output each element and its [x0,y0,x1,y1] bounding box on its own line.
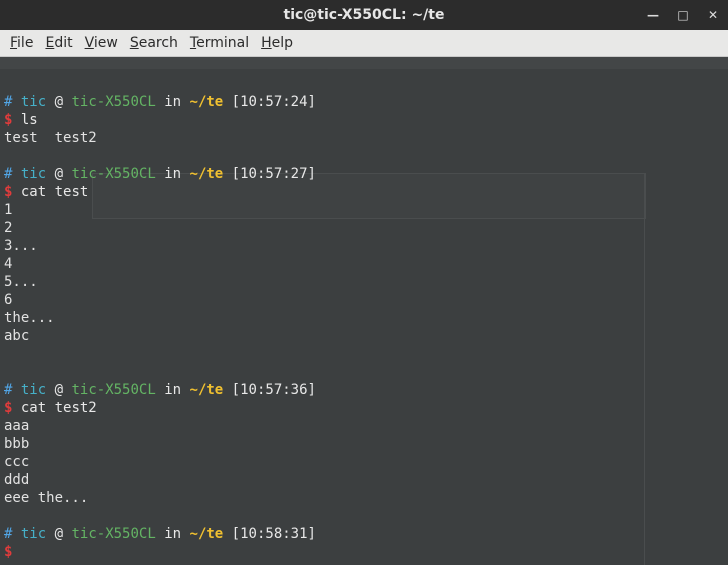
output-line: 2 [4,220,13,236]
command-text: cat test2 [20,400,97,416]
prompt-hash: # [4,526,13,542]
prompt-path: ~/te [189,526,224,542]
output-line: abc [4,328,30,344]
output-line: ccc [4,454,30,470]
prompt-dollar: $ [4,112,13,128]
window-title: tic@tic-X550CL: ~/te [283,7,445,23]
output-line: the... [4,310,55,326]
prompt-in: in [164,94,182,110]
menu-file[interactable]: File [4,30,39,56]
prompt-line: # tic @ tic-X550CL in ~/te [10:57:36] [4,381,724,399]
prompt-path: ~/te [189,166,224,182]
command-line: $ cat test [4,183,724,201]
prompt-dollar: $ [4,544,13,560]
command-text: cat test [20,184,89,200]
prompt-user: tic [20,94,47,110]
prompt-at: @ [54,382,64,398]
output-line: 1 [4,202,13,218]
close-icon[interactable]: ✕ [706,8,720,22]
menu-help[interactable]: Help [255,30,299,56]
command-line: $ cat test2 [4,399,724,417]
terminal-output[interactable]: # tic @ tic-X550CL in ~/te [10:57:24] $ l… [0,57,728,565]
menu-search[interactable]: Search [124,30,184,56]
output-line: 5... [4,274,38,290]
prompt-in: in [164,382,182,398]
title-bar[interactable]: tic@tic-X550CL: ~/te — □ ✕ [0,0,728,30]
output-line: aaa [4,418,30,434]
window-controls: — □ ✕ [646,0,720,30]
prompt-time: [10:57:36] [231,382,316,398]
prompt-line: # tic @ tic-X550CL in ~/te [10:57:24] [4,93,724,111]
command-line: $ ls [4,111,724,129]
prompt-time: [10:58:31] [231,526,316,542]
prompt-at: @ [54,526,64,542]
output-line: 3... [4,238,38,254]
command-text: ls [20,112,38,128]
menu-edit[interactable]: Edit [39,30,78,56]
prompt-hash: # [4,166,13,182]
output-line: 6 [4,292,13,308]
minimize-icon[interactable]: — [646,8,660,22]
prompt-at: @ [54,94,64,110]
prompt-hash: # [4,94,13,110]
prompt-time: [10:57:27] [231,166,316,182]
prompt-host: tic-X550CL [71,94,156,110]
prompt-time: [10:57:24] [231,94,316,110]
prompt-path: ~/te [189,382,224,398]
prompt-in: in [164,166,182,182]
output-line: 4 [4,256,13,272]
prompt-path: ~/te [189,94,224,110]
menu-view[interactable]: View [79,30,124,56]
prompt-line: # tic @ tic-X550CL in ~/te [10:57:27] [4,165,724,183]
prompt-at: @ [54,166,64,182]
maximize-icon[interactable]: □ [676,8,690,22]
prompt-host: tic-X550CL [71,382,156,398]
command-line: $ [4,543,724,561]
prompt-in: in [164,526,182,542]
prompt-user: tic [20,526,47,542]
output-line: bbb [4,436,30,452]
menu-terminal[interactable]: Terminal [184,30,255,56]
prompt-dollar: $ [4,400,13,416]
prompt-host: tic-X550CL [71,526,156,542]
output-line: ddd [4,472,30,488]
prompt-hash: # [4,382,13,398]
output-line: test test2 [4,130,97,146]
terminal-window: tic@tic-X550CL: ~/te — □ ✕ File Edit Vie… [0,0,728,565]
output-line: eee the... [4,490,89,506]
prompt-host: tic-X550CL [71,166,156,182]
prompt-user: tic [20,166,47,182]
prompt-user: tic [20,382,47,398]
prompt-dollar: $ [4,184,13,200]
menu-bar: File Edit View Search Terminal Help [0,30,728,57]
prompt-line: # tic @ tic-X550CL in ~/te [10:58:31] [4,525,724,543]
terminal-lines: # tic @ tic-X550CL in ~/te [10:57:24] $ l… [4,57,724,561]
